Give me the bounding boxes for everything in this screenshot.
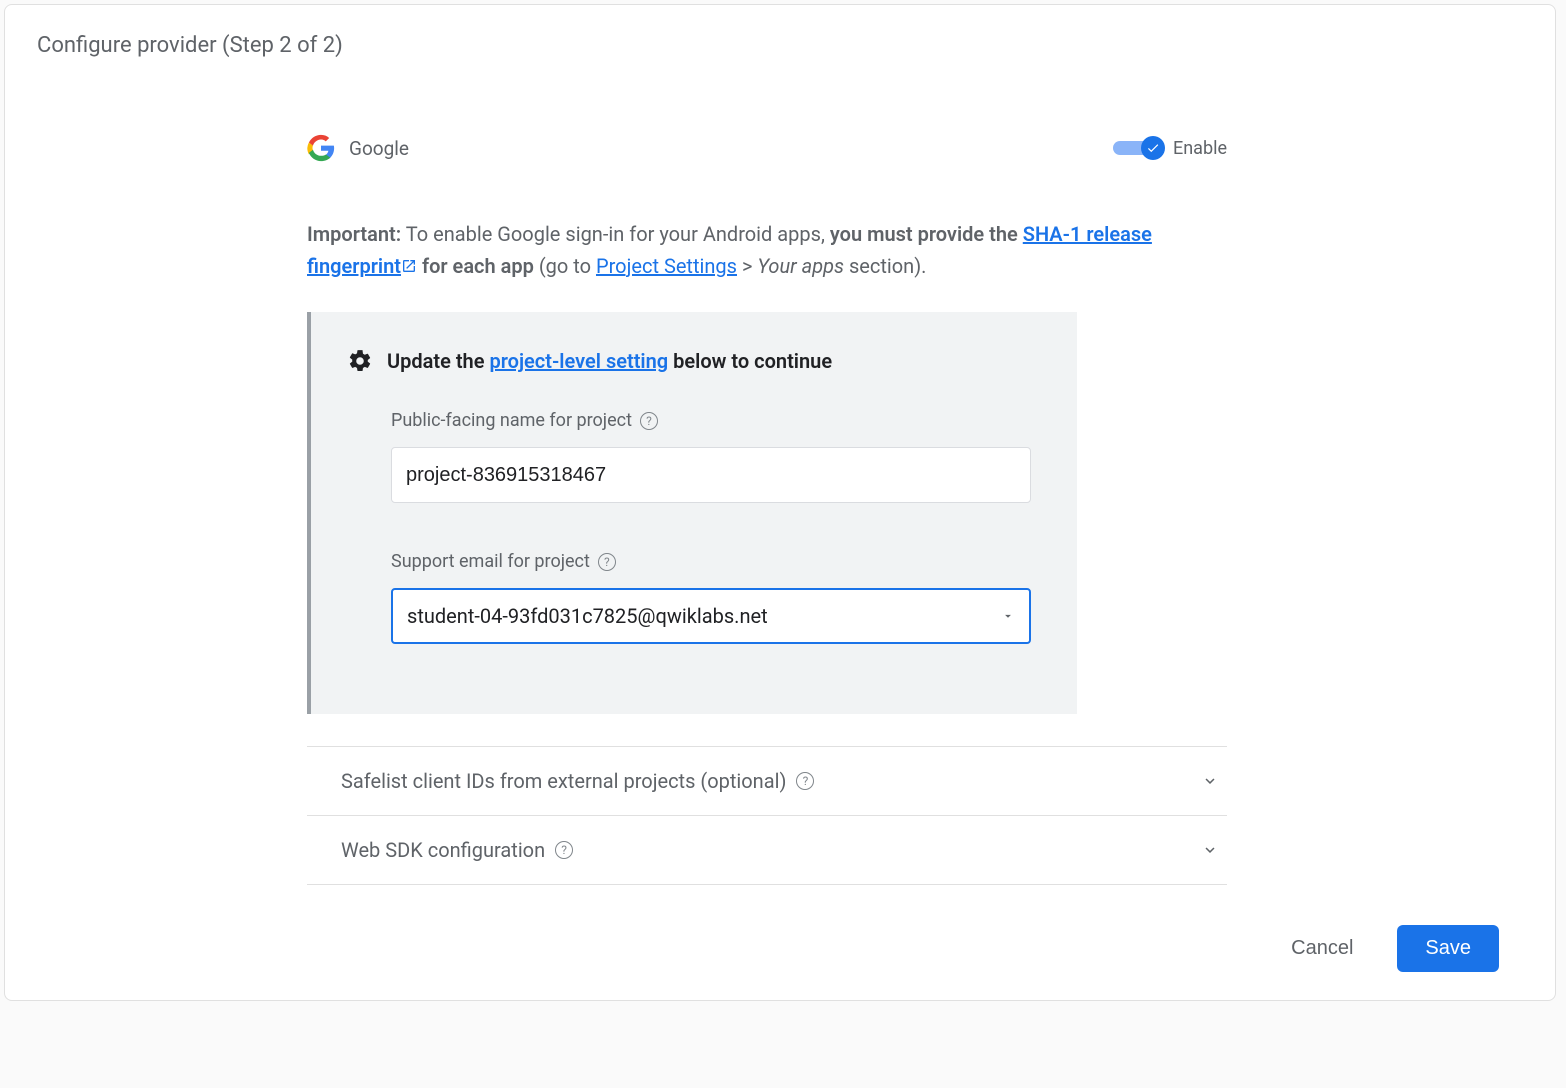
gear-icon [347,348,373,374]
safelist-expander[interactable]: Safelist client IDs from external projec… [307,746,1227,815]
public-name-label: Public-facing name for project ? [391,410,1037,431]
cancel-button[interactable]: Cancel [1275,925,1369,972]
project-settings-link[interactable]: Project Settings [596,254,737,278]
enable-toggle-wrap: Enable [1113,138,1227,159]
card-title-row: Update the project-level setting below t… [347,348,1037,374]
help-icon[interactable]: ? [598,553,616,571]
chevron-down-icon [1201,772,1219,790]
public-name-field: Public-facing name for project ? [391,410,1037,503]
websdk-expander-label: Web SDK configuration ? [341,838,573,862]
websdk-expander[interactable]: Web SDK configuration ? [307,815,1227,885]
provider-header: Google Enable [307,134,1227,162]
content-column: Google Enable Important: To enable Googl… [307,134,1227,885]
support-email-select[interactable]: student-04-93fd031c7825@qwiklabs.net [391,588,1031,644]
help-icon[interactable]: ? [555,841,573,859]
support-email-value: student-04-93fd031c7825@qwiklabs.net [407,604,768,628]
important-label: Important: [307,222,401,246]
dialog-title: Configure provider (Step 2 of 2) [37,33,1523,58]
safelist-expander-label: Safelist client IDs from external projec… [341,769,814,793]
support-email-field: Support email for project ? student-04-9… [391,551,1037,644]
save-button[interactable]: Save [1397,925,1499,972]
dialog-buttons: Cancel Save [37,897,1507,976]
help-icon[interactable]: ? [640,412,658,430]
public-name-input[interactable] [391,447,1031,503]
provider-name: Google [349,137,1113,160]
google-logo-icon [307,134,335,162]
project-level-setting-link[interactable]: project-level setting [489,349,668,373]
configure-provider-dialog: Configure provider (Step 2 of 2) Google … [4,4,1556,1001]
check-icon [1146,141,1160,155]
project-settings-card: Update the project-level setting below t… [307,312,1077,714]
chevron-down-icon [1201,841,1219,859]
support-email-label: Support email for project ? [391,551,1037,572]
caret-down-icon [1001,609,1015,623]
external-link-icon [401,258,417,274]
card-title: Update the project-level setting below t… [387,349,832,373]
enable-toggle[interactable] [1113,138,1165,158]
enable-toggle-label: Enable [1173,138,1227,159]
help-icon[interactable]: ? [796,772,814,790]
important-note: Important: To enable Google sign-in for … [307,218,1227,282]
